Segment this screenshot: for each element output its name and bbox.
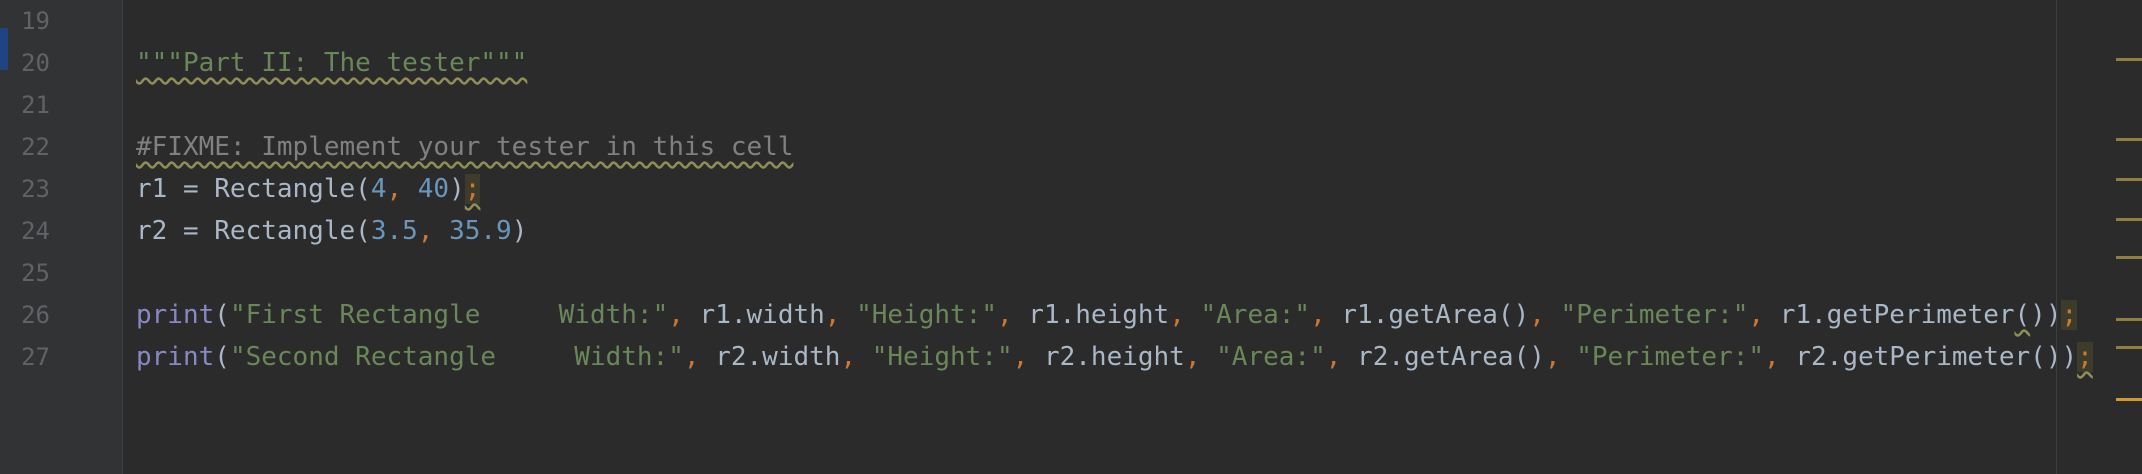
line-number[interactable]: 19 [0, 0, 50, 42]
right-margin-guide [2056, 0, 2057, 474]
code-token: r2.height [1043, 342, 1185, 372]
code-token: r1.getArea() [1341, 300, 1530, 330]
line-number[interactable]: 21 [0, 84, 50, 126]
code-token: r1.height [1028, 300, 1170, 330]
code-token: , [1325, 342, 1358, 372]
code-token: , [1184, 342, 1217, 372]
line-number[interactable]: 25 [0, 252, 50, 294]
code-token: , [1748, 300, 1780, 330]
code-token: "First Rectangle Width:" [229, 300, 669, 330]
line-number[interactable]: 20 [0, 42, 50, 84]
code-token: 40 [417, 174, 450, 204]
code-token: ; [2077, 342, 2093, 372]
code-token: 4 [370, 174, 387, 204]
code-token: r2.width [715, 342, 841, 372]
code-line[interactable]: 25 [0, 252, 2050, 294]
code-token: ; [464, 174, 481, 204]
code-line[interactable]: 23 r1 = Rectangle(4, 40); [0, 168, 2050, 210]
code-line[interactable]: 20 """Part II: The tester""" [0, 42, 2050, 84]
code-token: r2 = Rectangle( [136, 216, 371, 246]
code-token: """Part II: The tester""" [136, 48, 528, 78]
code-token: ) [449, 174, 465, 204]
code-token: , [1529, 300, 1561, 330]
error-stripe[interactable] [2110, 0, 2142, 474]
code-line[interactable]: 19 [0, 0, 2050, 42]
code-token: "Perimeter:" [1576, 342, 1765, 372]
code-text[interactable]: print("First Rectangle Width:", r1.width… [136, 294, 2078, 336]
code-token: print [136, 342, 215, 372]
warning-mark[interactable] [2116, 398, 2142, 401]
code-token: 35.9 [449, 216, 512, 246]
warning-mark[interactable] [2116, 138, 2142, 141]
code-token: , [1169, 300, 1201, 330]
warning-mark[interactable] [2116, 318, 2142, 321]
warning-mark[interactable] [2116, 58, 2142, 61]
code-token: "Area:" [1200, 300, 1311, 330]
line-number[interactable]: 27 [0, 336, 50, 378]
code-token: , [386, 174, 418, 204]
code-token: ( [214, 342, 230, 372]
code-token: , [1544, 342, 1577, 372]
line-number[interactable]: 23 [0, 168, 50, 210]
code-token: , [668, 300, 700, 330]
code-token: "Height:" [856, 300, 997, 330]
code-token: r2.getArea() [1357, 342, 1545, 372]
code-token: , [1764, 342, 1796, 372]
code-token: , [683, 342, 716, 372]
code-editor[interactable]: 19 20 """Part II: The tester""" 21 22 #FIXME:… [0, 0, 2142, 474]
code-text[interactable]: #FIXME: Implement your tester in this ce… [136, 126, 793, 168]
warning-mark[interactable] [2116, 218, 2142, 221]
code-token: , [417, 216, 450, 246]
code-text[interactable]: r2 = Rectangle(3.5, 35.9) [136, 210, 527, 252]
code-token: ( [214, 300, 230, 330]
code-line[interactable]: 24 r2 = Rectangle(3.5, 35.9) [0, 210, 2050, 252]
code-token: r1 = Rectangle( [136, 174, 371, 204]
warning-mark[interactable] [2116, 178, 2142, 181]
code-token: , [996, 300, 1029, 330]
code-line[interactable]: 26 print("First Rectangle Width:", r1.wid… [0, 294, 2078, 336]
code-token: #FIXME: Implement your tester in this ce… [136, 132, 794, 162]
code-token: ( [2014, 300, 2031, 330]
code-token: , [1012, 342, 1044, 372]
code-line[interactable]: 21 [0, 84, 2050, 126]
code-token: ; [2061, 300, 2078, 330]
code-token: r2.getPerimeter [1795, 342, 2031, 372]
code-token: print [136, 300, 215, 330]
code-text[interactable]: print("Second Rectangle Width:", r2.widt… [136, 336, 2093, 378]
code-token: , [1310, 300, 1342, 330]
code-token: r1.getPerimeter [1779, 300, 2015, 330]
code-line[interactable]: 22 #FIXME: Implement your tester in this … [0, 126, 2050, 168]
warning-mark[interactable] [2116, 346, 2142, 349]
code-token: "Second Rectangle Width:" [229, 342, 684, 372]
code-token: 3.5 [370, 216, 418, 246]
code-token: , [840, 342, 872, 372]
code-line[interactable]: 27 print("Second Rectangle Width:", r2.wi… [0, 336, 2093, 378]
code-token: "Perimeter:" [1560, 300, 1749, 330]
line-number[interactable]: 22 [0, 126, 50, 168]
code-token: "Area:" [1216, 342, 1326, 372]
code-token: ) [511, 216, 528, 246]
code-token: , [824, 300, 857, 330]
code-text[interactable]: r1 = Rectangle(4, 40); [136, 168, 481, 210]
warning-mark[interactable] [2116, 256, 2142, 259]
code-token: "Height:" [871, 342, 1013, 372]
line-number[interactable]: 24 [0, 210, 50, 252]
code-token: ()) [2030, 342, 2078, 372]
line-number[interactable]: 26 [0, 294, 50, 336]
code-token: r1.width [699, 300, 825, 330]
code-text[interactable]: """Part II: The tester""" [136, 42, 527, 84]
